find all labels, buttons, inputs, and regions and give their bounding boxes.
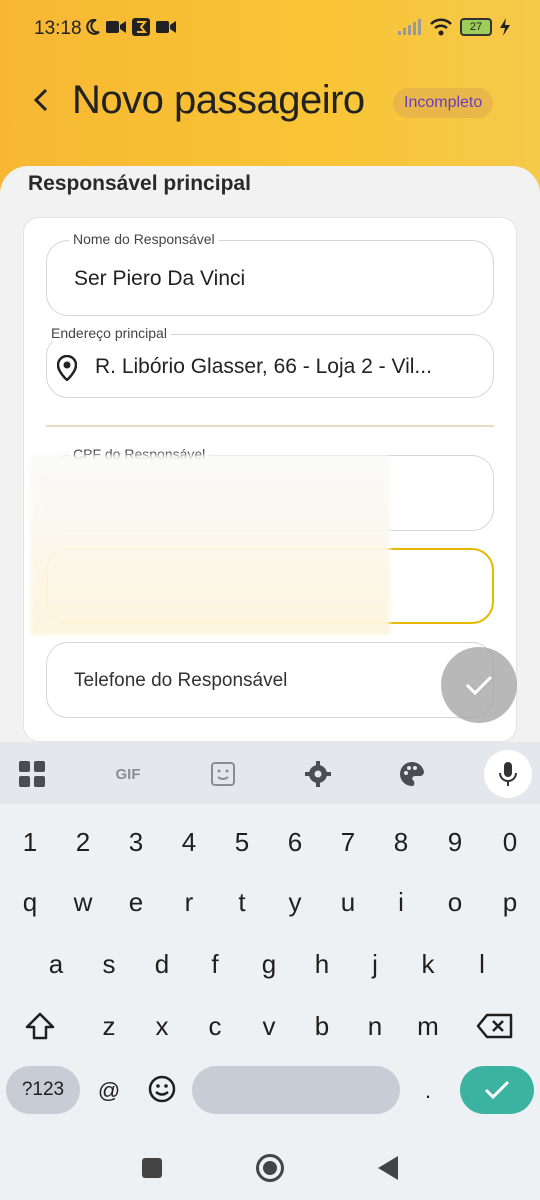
key-m[interactable]: m [408,1003,448,1049]
settings-icon[interactable] [304,760,332,788]
enter-key[interactable] [460,1066,534,1114]
key-period[interactable]: . [408,1068,448,1114]
keyboard-toolbar [0,742,540,804]
recents-button[interactable] [142,1158,162,1178]
key-w[interactable]: w [63,879,103,925]
palette-icon[interactable] [398,760,426,788]
key-x[interactable]: x [142,1003,182,1049]
divider [46,425,494,427]
key-u[interactable]: u [328,879,368,925]
backspace-key[interactable] [474,1003,516,1049]
key-0[interactable]: 0 [490,819,530,865]
status-time: 13:18 [34,18,82,39]
gif-button[interactable]: GIF [108,760,148,788]
section-title: Responsável principal [28,172,251,195]
emoji-key[interactable] [142,1066,182,1112]
back-nav-button[interactable] [378,1156,398,1180]
key-d[interactable]: d [142,941,182,987]
system-icons: 27 [398,18,510,36]
location-pin-icon [57,355,77,381]
shift-key[interactable] [20,1003,60,1049]
key-7[interactable]: 7 [328,819,368,865]
endereco-label: Endereço principal [47,325,171,341]
telefone-placeholder: Telefone do Responsável [74,670,288,691]
key-e[interactable]: e [116,879,156,925]
endereco-field[interactable]: Endereço principal R. Libório Glasser, 6… [46,325,494,398]
charging-icon [500,18,510,36]
key-a[interactable]: a [36,941,76,987]
symbols-label: ?123 [21,1079,65,1100]
endereco-value: R. Libório Glasser, 66 - Loja 2 - Vil... [95,355,432,378]
telefone-field[interactable]: Telefone do Responsável [46,642,494,718]
key-3[interactable]: 3 [116,819,156,865]
key-v[interactable]: v [249,1003,289,1049]
key-l[interactable]: l [462,941,502,987]
key-at[interactable]: @ [89,1068,129,1114]
key-n[interactable]: n [355,1003,395,1049]
battery-icon: 27 [460,18,492,36]
key-b[interactable]: b [302,1003,342,1049]
key-z[interactable]: z [89,1003,129,1049]
status-badge: Incompleto [393,88,494,118]
redacted-area [30,455,390,635]
key-r[interactable]: r [169,879,209,925]
key-2[interactable]: 2 [63,819,103,865]
mic-icon [499,762,517,786]
nome-label: Nome do Responsável [69,231,219,247]
key-t[interactable]: t [222,879,262,925]
signal-icon [398,19,421,35]
notification-icons [86,18,176,36]
back-button[interactable] [26,82,56,118]
key-s[interactable]: s [89,941,129,987]
apps-grid-icon[interactable] [18,760,46,788]
space-key[interactable] [192,1066,400,1114]
key-o[interactable]: o [435,879,475,925]
key-y[interactable]: y [275,879,315,925]
status-bar: 13:18 27 [0,0,540,60]
nome-value: Ser Piero Da Vinci [74,267,246,290]
home-button[interactable] [256,1154,284,1182]
key-g[interactable]: g [249,941,289,987]
key-i[interactable]: i [381,879,421,925]
key-8[interactable]: 8 [381,819,421,865]
key-j[interactable]: j [355,941,395,987]
check-icon [465,675,493,696]
check-icon [484,1080,510,1100]
confirm-fab[interactable] [441,647,517,723]
key-q[interactable]: q [10,879,50,925]
nome-field[interactable]: Nome do Responsável Ser Piero Da Vinci [46,231,494,316]
key-p[interactable]: p [490,879,530,925]
shift-icon [25,1012,55,1040]
key-5[interactable]: 5 [222,819,262,865]
key-9[interactable]: 9 [435,819,475,865]
emoji-icon [148,1075,176,1103]
backspace-icon [476,1013,513,1039]
page-title: Novo passageiro [72,78,365,122]
battery-level: 27 [469,21,483,33]
video-icon-2 [156,21,176,33]
key-1[interactable]: 1 [10,819,50,865]
key-k[interactable]: k [408,941,448,987]
moon-icon [86,19,100,35]
video-icon [106,21,126,33]
key-h[interactable]: h [302,941,342,987]
key-c[interactable]: c [195,1003,235,1049]
key-f[interactable]: f [195,941,235,987]
key-6[interactable]: 6 [275,819,315,865]
mic-button[interactable] [484,750,532,798]
arrow-back-icon [33,88,48,112]
app-notification-icon [132,18,150,36]
wifi-icon [430,18,452,36]
sticker-icon[interactable] [210,760,236,788]
key-4[interactable]: 4 [169,819,209,865]
